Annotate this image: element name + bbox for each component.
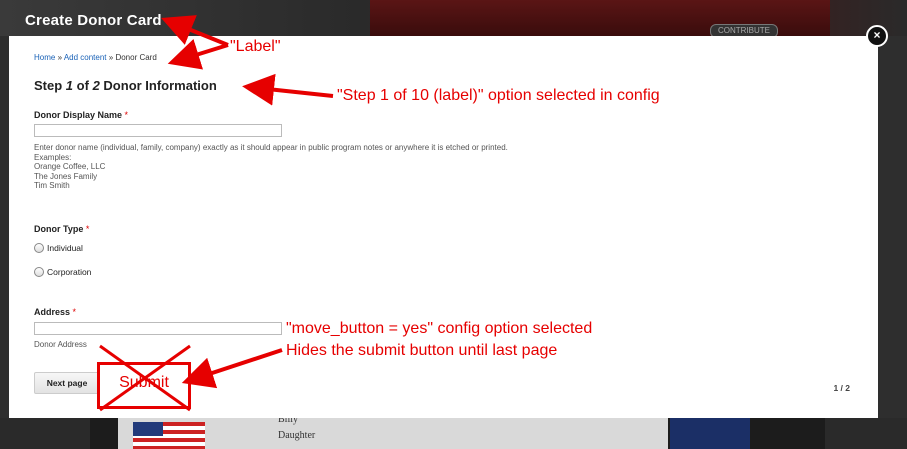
annotation-step-note: "Step 1 of 10 (label)" option selected i… <box>337 87 660 104</box>
description-line: Orange Coffee, LLC <box>34 162 106 171</box>
page-counter: 1 / 2 <box>833 383 850 393</box>
donor-display-name-input[interactable] <box>34 124 282 137</box>
donor-type-corporation-option[interactable]: Corporation <box>34 267 91 277</box>
breadcrumb-current: Donor Card <box>115 53 157 62</box>
description-line: Tim Smith <box>34 181 70 190</box>
close-icon[interactable]: × <box>866 25 888 47</box>
radio-button[interactable] <box>34 267 44 277</box>
description-line: Examples: <box>34 152 72 162</box>
donor-display-name-label: Donor Display Name * <box>34 110 128 120</box>
address-input[interactable] <box>34 322 282 335</box>
donor-display-name-description: Enter donor name (individual, family, co… <box>34 143 508 191</box>
radio-label: Individual <box>47 243 83 253</box>
radio-button[interactable] <box>34 243 44 253</box>
required-mark: * <box>124 110 129 120</box>
breadcrumb-separator: » <box>57 53 63 62</box>
description-line: The Jones Family <box>34 171 98 181</box>
description-line: Enter donor name (individual, family, co… <box>34 143 508 152</box>
breadcrumb-separator: » <box>108 53 114 62</box>
breadcrumb: Home » Add content » Donor Card <box>34 53 157 62</box>
breadcrumb-add-content-link[interactable]: Add content <box>64 53 107 62</box>
donor-type-individual-option[interactable]: Individual <box>34 243 83 253</box>
step-total: 2 <box>92 78 100 93</box>
step-word: Step <box>34 78 63 93</box>
annotation-label-note: "Label" <box>230 38 281 55</box>
address-description: Donor Address <box>34 340 87 349</box>
annotation-hide-submit-note: Hides the submit button until last page <box>286 342 558 359</box>
flag-image <box>133 422 205 449</box>
step-label: Donor Information <box>103 78 217 93</box>
required-mark: * <box>85 224 90 234</box>
address-label: Address * <box>34 307 76 317</box>
required-mark: * <box>72 307 77 317</box>
annotation-submit-crossed: Submit <box>97 362 191 409</box>
step-current: 1 <box>65 78 74 93</box>
next-page-button[interactable]: Next page <box>34 372 100 394</box>
annotation-move-button-note: "move_button = yes" config option select… <box>286 320 593 337</box>
background-text-line: Daughter <box>278 430 316 441</box>
donor-display-name-label-text: Donor Display Name <box>34 110 123 120</box>
step-of: of <box>76 78 89 93</box>
donor-type-label-text: Donor Type <box>34 224 84 234</box>
donor-type-label: Donor Type * <box>34 224 89 234</box>
step-title: Step 1 of 2 Donor Information <box>34 78 217 93</box>
annotation-submit-label: Submit <box>119 374 169 391</box>
address-label-text: Address <box>34 307 71 317</box>
background-right-card <box>670 418 750 449</box>
breadcrumb-home-link[interactable]: Home <box>34 53 55 62</box>
page-title: Create Donor Card <box>25 12 162 29</box>
background-content: Billy Daughter <box>0 414 907 449</box>
radio-label: Corporation <box>47 267 92 277</box>
